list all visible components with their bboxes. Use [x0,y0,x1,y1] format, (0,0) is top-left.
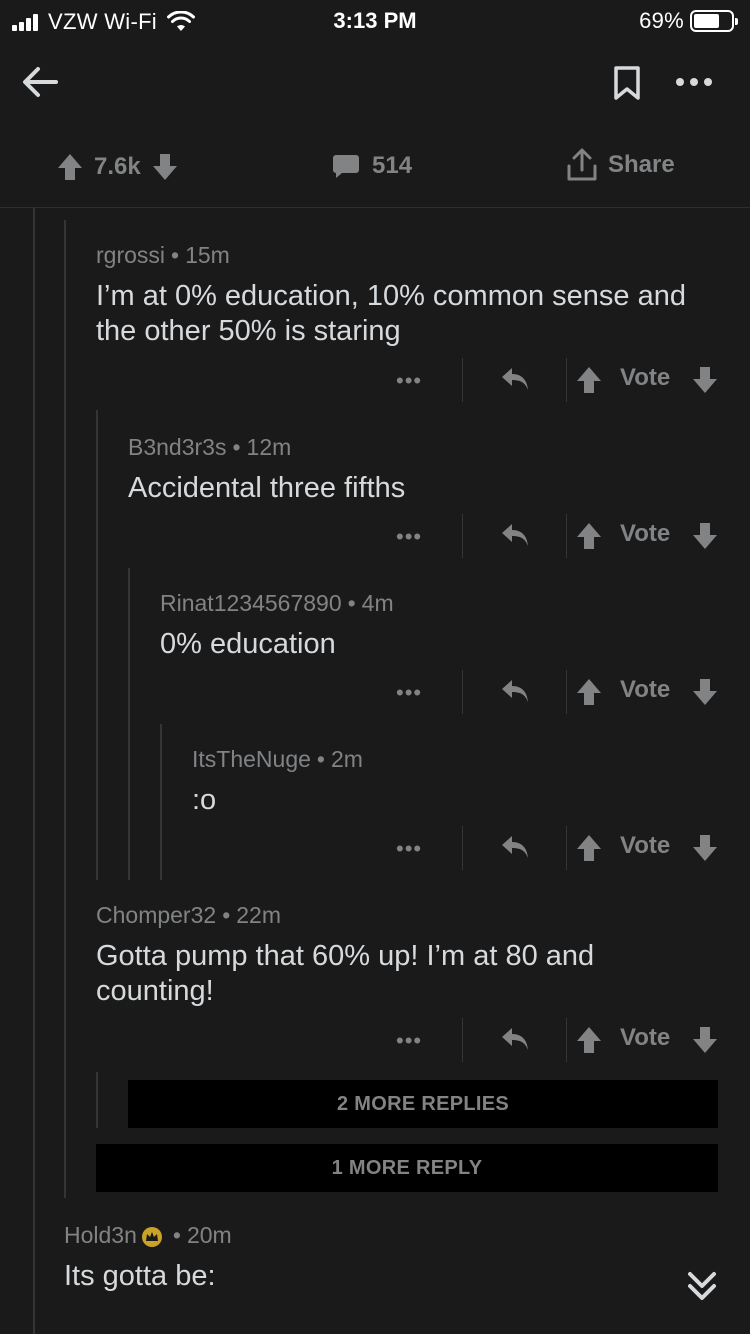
top-nav [0,48,750,118]
share-button[interactable]: Share [566,148,675,182]
upvote-icon[interactable] [576,522,602,550]
comment-author[interactable]: rgrossi [96,242,165,268]
comment-actions: ••• Vote [0,358,750,402]
more-options-icon[interactable] [674,72,714,92]
comment-rgrossi: rgrossi • 15m I’m at 0% education, 10% com… [96,242,716,349]
clock: 3:13 PM [333,8,417,33]
share-label: Share [608,151,675,178]
comment-hold3n: Hold3n • 20m Its gotta be: [64,1222,704,1294]
comment-age: 2m [330,746,363,772]
post-action-bar: 7.6k 514 Share [0,130,750,208]
more-reply-button[interactable]: 1 MORE REPLY [96,1144,718,1192]
crown-badge-icon [141,1226,162,1247]
reply-icon[interactable] [500,1026,530,1052]
comment-meta: ItsTheNuge • 2m [192,746,363,772]
comment-body: Accidental three fifths [128,472,406,504]
comment-actions: ••• Vote [0,826,750,870]
back-arrow-icon[interactable] [20,62,60,102]
comment-chomper32: Chomper32 • 22m Gotta pump that 60% up! I’… [96,902,716,1009]
comment-age: 20m [186,1222,232,1248]
comment-body: Its gotta be: [64,1260,216,1292]
upvote-icon[interactable] [576,366,602,394]
post-vote-group: 7.6k [56,152,179,182]
downvote-icon[interactable] [692,678,718,706]
downvote-icon[interactable] [692,366,718,394]
comment-author[interactable]: Chomper32 [96,902,216,928]
downvote-icon[interactable] [692,522,718,550]
comment-body: Gotta pump that 60% up! I’m at 80 and co… [96,940,595,1007]
upvote-icon[interactable] [56,152,84,182]
vote-label: Vote [620,676,671,703]
comment-body: 0% education [160,628,336,660]
vote-label: Vote [620,520,671,547]
comment-more-button[interactable]: ••• [396,1028,422,1054]
battery-icon [690,10,738,32]
reply-icon[interactable] [500,678,530,704]
reply-icon[interactable] [500,834,530,860]
thread-line-chomper [96,1072,98,1128]
battery-percent: 69% [639,8,684,33]
comment-itsthenuge: ItsTheNuge • 2m :o [192,746,712,818]
comment-rinat: Rinat1234567890 • 4m 0% education [160,590,720,662]
more-replies-button[interactable]: 2 MORE REPLIES [128,1080,718,1128]
share-icon [567,148,597,181]
comment-age: 15m [185,242,230,268]
comment-meta: Rinat1234567890 • 4m [160,590,394,616]
comment-meta: Chomper32 • 22m [96,902,281,928]
comment-author[interactable]: ItsTheNuge [192,746,311,772]
comment-count: 514 [372,152,413,179]
comment-age: 22m [236,902,281,928]
upvote-icon[interactable] [576,834,602,862]
comments-count-button[interactable]: 514 [332,152,412,180]
upvote-icon[interactable] [576,678,602,706]
vote-label: Vote [620,832,671,859]
downvote-icon[interactable] [692,1026,718,1054]
comment-age: 12m [246,434,292,460]
comment-author[interactable]: Hold3n [64,1222,137,1248]
comment-body: I’m at 0% education, 10% common sense an… [96,280,686,347]
upvote-icon[interactable] [576,1026,602,1054]
thread-line-level-2 [96,410,98,880]
reply-icon[interactable] [500,522,530,548]
comment-author[interactable]: Rinat1234567890 [160,590,342,616]
comment-meta: rgrossi • 15m [96,242,230,268]
vote-label: Vote [620,364,671,391]
comment-actions: ••• Vote [0,514,750,558]
status-right: 69% [639,8,738,34]
comment-b3nd3r3s: B3nd3r3s • 12m Accidental three fifths [128,434,718,506]
next-comment-chevron-icon[interactable] [680,1264,724,1308]
status-bar: VZW Wi-Fi 3:13 PM 69% [0,0,750,40]
comment-author[interactable]: B3nd3r3s [128,434,226,460]
post-score: 7.6k [94,153,141,180]
comment-more-button[interactable]: ••• [396,680,422,706]
bookmark-icon[interactable] [612,64,642,104]
comment-actions: ••• Vote [0,1018,750,1062]
comment-meta: B3nd3r3s • 12m [128,434,292,460]
comment-bubble-icon [333,155,359,178]
comment-more-button[interactable]: ••• [396,368,422,394]
comment-more-button[interactable]: ••• [396,836,422,862]
comment-body: :o [192,784,217,816]
comment-actions: ••• Vote [0,670,750,714]
comment-meta: Hold3n • 20m [64,1222,232,1248]
downvote-icon[interactable] [692,834,718,862]
reply-icon[interactable] [500,366,530,392]
comment-age: 4m [361,590,394,616]
vote-label: Vote [620,1024,671,1051]
comment-more-button[interactable]: ••• [396,524,422,550]
downvote-icon[interactable] [151,152,179,182]
